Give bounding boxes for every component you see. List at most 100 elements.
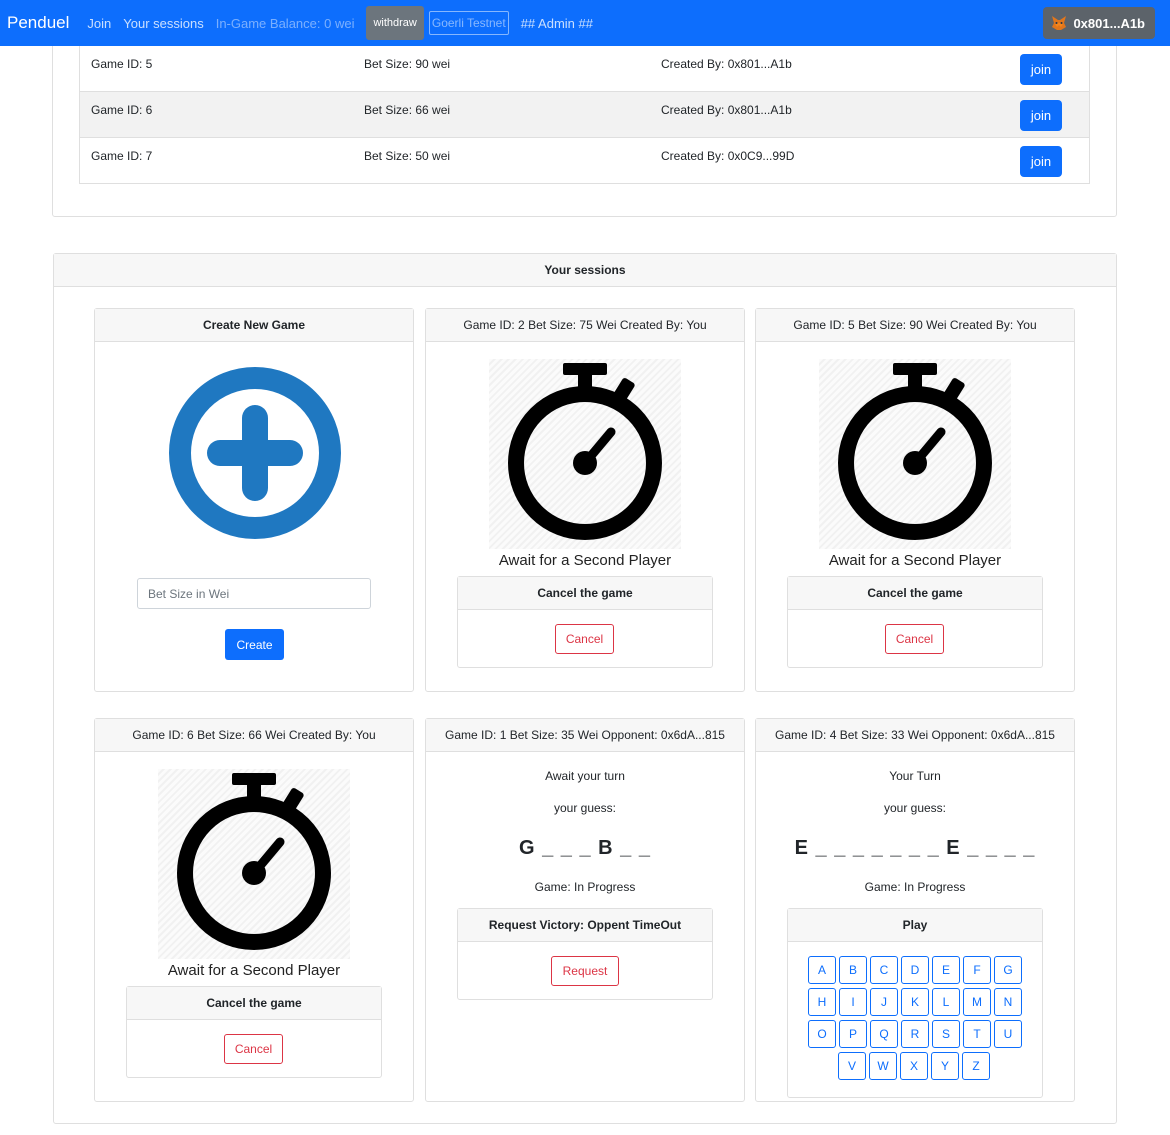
cancel-game-title: Cancel the game <box>458 577 712 610</box>
withdraw-button[interactable]: withdraw <box>366 6 424 40</box>
letter-button[interactable]: C <box>870 956 898 984</box>
letter-button[interactable]: R <box>901 1020 929 1048</box>
nav-link-admin[interactable]: ## Admin ## <box>521 16 593 31</box>
request-victory-card: Request Victory: Oppent TimeOut Request <box>457 908 713 1000</box>
creator-cell: Created By: 0x0C9...99D <box>661 149 795 163</box>
game-header: Game ID: 1 Bet Size: 35 Wei Opponent: 0x… <box>426 719 744 752</box>
join-button[interactable]: join <box>1020 54 1062 85</box>
letter-button[interactable]: H <box>808 988 836 1016</box>
await-player-text: Await for a Second Player <box>498 552 672 569</box>
waiting-game-card: Game ID: 6 Bet Size: 66 Wei Created By: … <box>94 718 414 1102</box>
letter-button[interactable]: L <box>932 988 960 1016</box>
game-id-cell: Game ID: 6 <box>91 103 153 117</box>
letter-button[interactable]: S <box>932 1020 960 1048</box>
guess-label: your guess: <box>883 801 947 815</box>
metamask-fox-icon <box>1052 16 1067 30</box>
active-game-card: Game ID: 4 Bet Size: 33 Wei Opponent: 0x… <box>755 718 1075 1102</box>
letter-button[interactable]: G <box>994 956 1022 984</box>
turn-status: Your Turn <box>889 769 941 783</box>
letter-button[interactable]: M <box>963 988 991 1016</box>
game-id-cell: Game ID: 7 <box>91 149 153 163</box>
request-victory-title: Request Victory: Oppent TimeOut <box>458 909 712 942</box>
letter-button[interactable]: V <box>838 1052 866 1080</box>
bet-size-cell: Bet Size: 66 wei <box>364 103 451 117</box>
letter-button[interactable]: T <box>963 1020 991 1048</box>
cancel-button[interactable]: Cancel <box>224 1034 283 1064</box>
letter-button[interactable]: W <box>869 1052 897 1080</box>
request-victory-button[interactable]: Request <box>551 956 619 986</box>
table-row: Game ID: 7 Bet Size: 50 wei Created By: … <box>80 138 1089 184</box>
letter-button[interactable]: U <box>994 1020 1022 1048</box>
join-button[interactable]: join <box>1020 100 1062 131</box>
brand-logo[interactable]: Penduel <box>7 13 69 33</box>
letter-button[interactable]: I <box>839 988 867 1016</box>
stopwatch-icon <box>177 773 331 950</box>
game-status: Game: In Progress <box>864 880 966 894</box>
create-game-title: Create New Game <box>95 309 413 342</box>
letter-button[interactable]: X <box>900 1052 928 1080</box>
table-row: Game ID: 6 Bet Size: 66 wei Created By: … <box>80 92 1089 138</box>
network-badge[interactable]: Goerli Testnet <box>428 11 509 35</box>
stopwatch-image <box>158 769 350 959</box>
join-games-table: Game ID: 5 Bet Size: 90 wei Created By: … <box>79 46 1090 184</box>
sessions-card: Your sessions Create New Game Create Gam… <box>53 253 1117 1124</box>
game-header: Game ID: 6 Bet Size: 66 Wei Created By: … <box>95 719 413 752</box>
creator-cell: Created By: 0x801...A1b <box>661 57 792 71</box>
cancel-game-title: Cancel the game <box>127 987 381 1020</box>
play-card: Play ABCDEFG HIJKLMN OPQRSTU VWXYZ <box>787 908 1043 1098</box>
game-header: Game ID: 2 Bet Size: 75 Wei Created By: … <box>426 309 744 342</box>
letter-button[interactable]: J <box>870 988 898 1016</box>
turn-status: Await your turn <box>545 769 625 783</box>
letter-button[interactable]: K <box>901 988 929 1016</box>
balance-display: In-Game Balance: 0 wei <box>215 15 355 31</box>
bet-size-input[interactable] <box>137 578 371 609</box>
cancel-button[interactable]: Cancel <box>885 624 944 654</box>
cancel-game-card: Cancel the game Cancel <box>457 576 713 668</box>
wallet-address: 0x801...A1b <box>1073 15 1145 31</box>
letter-button[interactable]: Y <box>931 1052 959 1080</box>
cancel-game-card: Cancel the game Cancel <box>787 576 1043 668</box>
stopwatch-image <box>819 359 1011 549</box>
stopwatch-icon <box>838 363 992 540</box>
hidden-word: E _ _ _ _ _ _ _ E _ _ _ _ <box>794 837 1036 859</box>
letter-button[interactable]: P <box>839 1020 867 1048</box>
letter-button[interactable]: D <box>901 956 929 984</box>
await-player-text: Await for a Second Player <box>167 962 341 979</box>
plus-circle-icon[interactable] <box>169 367 341 539</box>
cancel-game-card: Cancel the game Cancel <box>126 986 382 1078</box>
game-id-cell: Game ID: 5 <box>91 57 153 71</box>
nav-link-join[interactable]: Join <box>87 16 111 31</box>
cancel-game-title: Cancel the game <box>788 577 1042 610</box>
letter-button[interactable]: N <box>994 988 1022 1016</box>
letter-button[interactable]: A <box>808 956 836 984</box>
letter-button[interactable]: F <box>963 956 991 984</box>
waiting-game-card: Game ID: 5 Bet Size: 90 Wei Created By: … <box>755 308 1075 692</box>
creator-cell: Created By: 0x801...A1b <box>661 103 792 117</box>
letter-button[interactable]: Q <box>870 1020 898 1048</box>
game-header: Game ID: 4 Bet Size: 33 Wei Opponent: 0x… <box>756 719 1074 752</box>
letter-button[interactable]: Z <box>962 1052 990 1080</box>
wallet-button[interactable]: 0x801...A1b <box>1043 7 1155 39</box>
bet-size-cell: Bet Size: 90 wei <box>364 57 451 71</box>
game-status: Game: In Progress <box>534 880 636 894</box>
game-header: Game ID: 5 Bet Size: 90 Wei Created By: … <box>756 309 1074 342</box>
active-game-card: Game ID: 1 Bet Size: 35 Wei Opponent: 0x… <box>425 718 745 1102</box>
letter-button[interactable]: O <box>808 1020 836 1048</box>
create-game-button[interactable]: Create <box>225 629 284 660</box>
table-row: Game ID: 5 Bet Size: 90 wei Created By: … <box>80 46 1089 92</box>
stopwatch-image <box>489 359 681 549</box>
sessions-title: Your sessions <box>54 254 1116 287</box>
letter-button[interactable]: B <box>839 956 867 984</box>
join-button[interactable]: join <box>1020 146 1062 177</box>
hidden-word: G _ _ _ B _ _ <box>519 837 651 859</box>
play-title: Play <box>788 909 1042 942</box>
await-player-text: Await for a Second Player <box>828 552 1002 569</box>
guess-label: your guess: <box>553 801 617 815</box>
waiting-game-card: Game ID: 2 Bet Size: 75 Wei Created By: … <box>425 308 745 692</box>
letter-button[interactable]: E <box>932 956 960 984</box>
nav-link-sessions[interactable]: Your sessions <box>123 16 203 31</box>
create-game-card: Create New Game Create <box>94 308 414 692</box>
top-navbar: Penduel Join Your sessions In-Game Balan… <box>0 0 1170 46</box>
cancel-button[interactable]: Cancel <box>555 624 614 654</box>
bet-size-cell: Bet Size: 50 wei <box>364 149 451 163</box>
